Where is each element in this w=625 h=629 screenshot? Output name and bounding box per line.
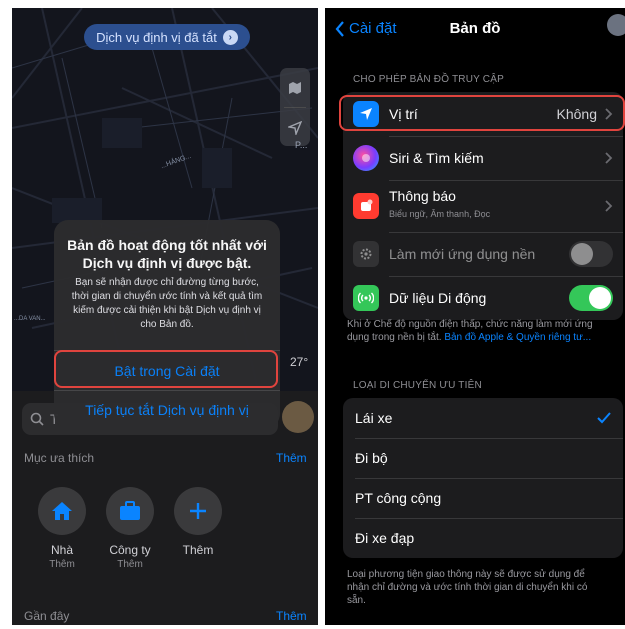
row-label: Siri & Tìm kiếm <box>389 150 484 166</box>
notification-icon <box>361 199 373 211</box>
row-label: Đi xe đạp <box>355 530 415 546</box>
favorite-name: Thêm <box>182 543 214 557</box>
row-label: Đi bộ <box>355 450 388 466</box>
row-subtitle: Biểu ngữ, Âm thanh, Đọc <box>389 209 491 219</box>
back-button[interactable]: Cài đặt <box>335 20 397 37</box>
briefcase-icon <box>120 501 140 520</box>
plus-icon <box>190 503 206 519</box>
row-notifications[interactable]: Thông báo Biểu ngữ, Âm thanh, Đọc <box>343 180 623 232</box>
cellular-icon <box>358 292 374 304</box>
favorites-more-link[interactable]: Thêm <box>276 451 307 465</box>
transport-option-walking[interactable]: Đi bộ <box>343 438 623 478</box>
transport-option-cycling[interactable]: Đi xe đạp <box>343 518 623 558</box>
recents-more-link[interactable]: Thêm <box>276 609 307 623</box>
chevron-right-icon <box>605 200 613 212</box>
favorite-sub: Thêm <box>117 559 143 570</box>
map-mode-button[interactable] <box>280 68 310 107</box>
settings-maps-panel: Bản đồ Cài đặt CHO PHÉP BẢN ĐỒ TRUY CẬP … <box>325 8 625 625</box>
chevron-left-icon <box>335 20 344 37</box>
row-label: Làm mới ứng dụng nền <box>389 246 536 262</box>
highlight-frame <box>339 95 625 131</box>
favorites-title: Mục ưa thích <box>24 451 95 465</box>
location-services-off-pill[interactable]: Dịch vụ định vị đã tắt › <box>84 24 250 50</box>
favorite-add[interactable]: Thêm <box>168 487 228 559</box>
search-icon <box>30 412 44 426</box>
background-refresh-toggle[interactable] <box>569 241 613 267</box>
row-background-refresh: Làm mới ứng dụng nền <box>343 232 623 276</box>
favorite-name: Công ty <box>109 543 151 557</box>
recents-title: Gần đây <box>24 609 70 623</box>
dialog-message: Bạn sẽ nhận được chỉ đường từng bước, th… <box>71 277 263 330</box>
map-place-label: ...DA VAN... <box>14 316 46 322</box>
highlight-frame <box>54 350 278 388</box>
location-pill-label: Dịch vụ định vị đã tắt <box>96 29 217 45</box>
avatar[interactable] <box>282 401 314 433</box>
row-cellular-data[interactable]: Dữ liệu Di động <box>343 276 623 320</box>
row-label: Lái xe <box>355 410 393 426</box>
transport-group: Lái xe Đi bộ PT công cộng Đi xe đạp <box>343 398 623 558</box>
checkmark-icon <box>597 412 611 424</box>
favorite-name: Nhà <box>50 543 73 557</box>
transport-section-header: LOẠI DI CHUYỂN ƯU TIÊN <box>353 380 482 391</box>
dialog-title: Bản đồ hoạt động tốt nhất với Dịch vụ đị… <box>67 237 267 271</box>
chevron-right-icon <box>605 152 613 164</box>
house-icon <box>52 502 72 520</box>
favorite-sub: Thêm <box>49 559 75 570</box>
transport-option-transit[interactable]: PT công cộng <box>343 478 623 518</box>
row-label: PT công cộng <box>355 490 442 506</box>
weather-temperature: 27° <box>290 355 309 369</box>
access-section-header: CHO PHÉP BẢN ĐỒ TRUY CẬP <box>353 74 504 85</box>
app-icon <box>607 14 625 36</box>
location-arrow-icon <box>288 120 302 135</box>
cellular-data-toggle[interactable] <box>569 285 613 311</box>
siri-icon <box>362 154 370 162</box>
transport-option-driving[interactable]: Lái xe <box>343 398 623 438</box>
chevron-right-icon: › <box>222 29 238 45</box>
map-place-label: P... <box>295 140 308 150</box>
location-alert-dialog: Bản đồ hoạt động tốt nhất với Dịch vụ đị… <box>54 220 280 428</box>
map-icon <box>289 81 301 94</box>
favorite-home[interactable]: Nhà Thêm <box>32 487 92 570</box>
low-power-note: Khi ở Chế độ nguồn điện thấp, chức năng … <box>347 319 593 343</box>
row-label: Dữ liệu Di động <box>389 290 487 306</box>
transport-note: Loại phương tiện giao thông này sẽ được … <box>347 569 588 606</box>
privacy-link[interactable]: Bản đồ Apple & Quyền riêng tư... <box>444 332 591 343</box>
favorite-work[interactable]: Công ty Thêm <box>100 487 160 570</box>
row-siri-search[interactable]: Siri & Tìm kiếm <box>343 136 623 180</box>
back-label: Cài đặt <box>349 20 397 37</box>
maps-app-panel: Dịch vụ định vị đã tắt › P... ...HÁNG...… <box>12 8 318 625</box>
keep-location-off-button[interactable]: Tiếp tục tắt Dịch vụ định vị <box>54 390 280 428</box>
row-label: Thông báo <box>389 188 456 204</box>
gear-icon <box>360 248 372 260</box>
map-controls <box>280 68 310 146</box>
